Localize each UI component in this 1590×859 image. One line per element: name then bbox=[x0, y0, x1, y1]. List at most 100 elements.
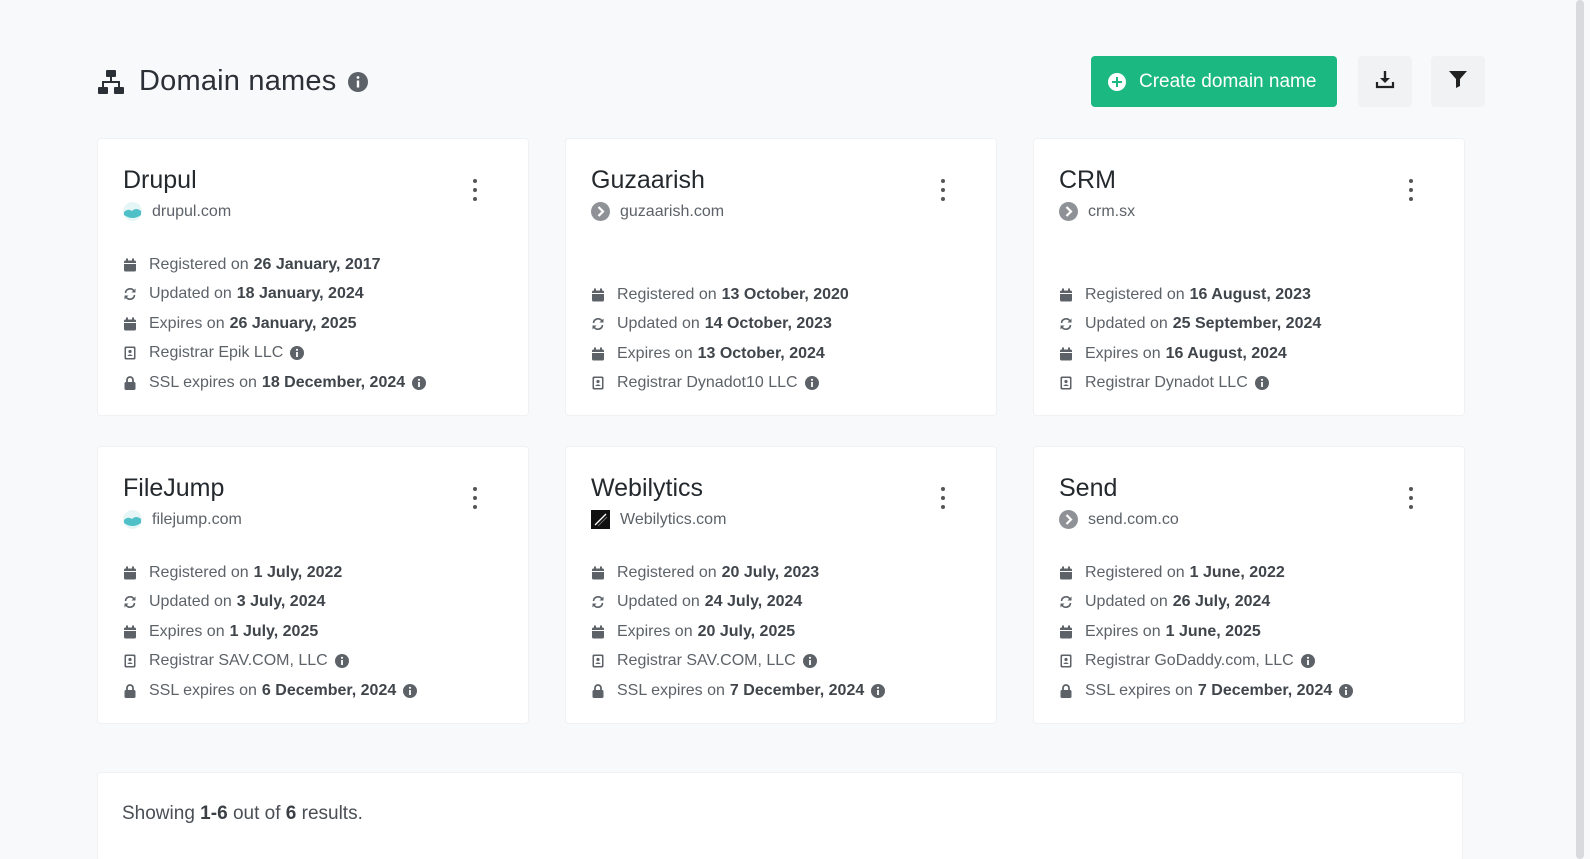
calendar-icon bbox=[1059, 288, 1073, 302]
page-title: Domain names bbox=[139, 65, 337, 97]
detail-row: Expires on 16 August, 2024 bbox=[1059, 339, 1321, 369]
domain-card[interactable]: Webilytics Webilytics.com Registered on 20 … bbox=[565, 446, 997, 724]
domain-card-name[interactable]: Guzaarish bbox=[591, 166, 705, 195]
domain-card-name[interactable]: Webilytics bbox=[591, 474, 703, 503]
domain-card-url[interactable]: guzaarish.com bbox=[591, 202, 724, 221]
calendar-icon bbox=[1059, 347, 1073, 361]
results-range-end: 6 bbox=[217, 803, 228, 824]
domain-card[interactable]: Guzaarish guzaarish.com Registered on 13 Oc… bbox=[565, 138, 997, 416]
info-icon[interactable] bbox=[1300, 654, 1315, 669]
detail-label: SSL expires on bbox=[617, 681, 725, 699]
calendar-icon bbox=[1059, 625, 1073, 639]
detail-value: 18 January, 2024 bbox=[236, 285, 364, 303]
detail-row: Updated on 24 July, 2024 bbox=[591, 588, 885, 618]
domain-card[interactable]: FileJump filejump.com Registered on 1 July,… bbox=[97, 446, 529, 724]
refresh-icon bbox=[1059, 317, 1073, 331]
info-icon[interactable] bbox=[1254, 376, 1269, 391]
detail-label: Registered on bbox=[617, 285, 717, 303]
address-book-icon bbox=[591, 376, 605, 390]
sitemap-icon bbox=[97, 68, 125, 96]
domain-url-text: drupul.com bbox=[152, 202, 232, 220]
more-options-icon[interactable] bbox=[938, 179, 948, 201]
detail-label: Registrar Dynadot10 LLC bbox=[617, 374, 798, 392]
create-domain-label: Create domain name bbox=[1139, 70, 1317, 92]
detail-label: Registrar SAV.COM, LLC bbox=[617, 652, 796, 670]
detail-row: Expires on 1 July, 2025 bbox=[123, 617, 417, 647]
detail-row: Registrar Dynadot LLC bbox=[1059, 369, 1321, 399]
detail-label: Updated on bbox=[149, 593, 232, 611]
info-icon[interactable] bbox=[290, 346, 305, 361]
info-icon[interactable] bbox=[871, 683, 886, 698]
lock-icon bbox=[1059, 683, 1073, 698]
cloud-favicon bbox=[123, 510, 142, 529]
domain-card-name[interactable]: Drupul bbox=[123, 166, 197, 195]
detail-label: Registered on bbox=[617, 563, 717, 581]
domain-details: Registered on 20 July, 2023 Updated on 24 J… bbox=[591, 558, 886, 706]
info-icon[interactable] bbox=[804, 376, 819, 391]
domain-card-url[interactable]: crm.sx bbox=[1059, 202, 1135, 221]
more-options-icon[interactable] bbox=[470, 487, 480, 509]
domain-card-url[interactable]: filejump.com bbox=[123, 510, 242, 529]
refresh-icon bbox=[591, 595, 605, 609]
refresh-icon bbox=[123, 595, 137, 609]
scrollbar-thumb[interactable] bbox=[1576, 0, 1584, 859]
chevron-circle-favicon bbox=[591, 202, 610, 221]
detail-label: Registrar SAV.COM, LLC bbox=[149, 652, 328, 670]
detail-row: Registered on 20 July, 2023 bbox=[591, 558, 885, 588]
detail-row: Updated on 18 January, 2024 bbox=[123, 280, 426, 310]
detail-label: Registered on bbox=[149, 255, 249, 273]
results-range-start: 1 bbox=[200, 803, 211, 824]
filter-icon bbox=[1448, 69, 1468, 94]
detail-label: SSL expires on bbox=[149, 373, 257, 391]
domain-card-url[interactable]: send.com.co bbox=[1059, 510, 1179, 529]
scrollbar[interactable] bbox=[1568, 0, 1590, 859]
domain-card-name[interactable]: CRM bbox=[1059, 166, 1116, 195]
domain-card[interactable]: Drupul drupul.com Registered on 26 January,… bbox=[97, 138, 529, 416]
cloud-favicon bbox=[123, 202, 142, 221]
title-wrap: Domain names bbox=[97, 65, 369, 98]
domain-card[interactable]: CRM crm.sx Registered on 16 August, 2023 Upd… bbox=[1033, 138, 1465, 416]
more-options-icon[interactable] bbox=[1406, 179, 1416, 201]
more-options-icon[interactable] bbox=[1406, 487, 1416, 509]
domain-url-text: filejump.com bbox=[152, 510, 242, 528]
info-icon[interactable] bbox=[403, 683, 418, 698]
download-button[interactable] bbox=[1358, 56, 1412, 107]
domain-card[interactable]: Send send.com.co Registered on 1 June, 2022… bbox=[1033, 446, 1465, 724]
detail-label: Updated on bbox=[617, 593, 700, 611]
detail-value: 1 June, 2025 bbox=[1165, 622, 1261, 640]
info-icon[interactable] bbox=[1339, 683, 1354, 698]
domain-card-url[interactable]: Webilytics.com bbox=[591, 510, 726, 529]
detail-label: Expires on bbox=[1085, 344, 1161, 362]
domain-details: Registered on 1 June, 2022 Updated on 26 Ju… bbox=[1059, 558, 1354, 706]
detail-label: Registered on bbox=[1085, 285, 1185, 303]
domain-card-url[interactable]: drupul.com bbox=[123, 202, 231, 221]
domain-card-name[interactable]: FileJump bbox=[123, 474, 224, 503]
calendar-icon bbox=[123, 317, 137, 331]
detail-label: SSL expires on bbox=[149, 681, 257, 699]
info-icon[interactable] bbox=[334, 654, 349, 669]
detail-row: Updated on 26 July, 2024 bbox=[1059, 588, 1353, 618]
detail-label: Registered on bbox=[149, 563, 249, 581]
detail-label: SSL expires on bbox=[1085, 681, 1193, 699]
address-book-icon bbox=[123, 654, 137, 668]
detail-row: Expires on 26 January, 2025 bbox=[123, 309, 426, 339]
more-options-icon[interactable] bbox=[938, 487, 948, 509]
refresh-icon bbox=[1059, 595, 1073, 609]
detail-row: SSL expires on 18 December, 2024 bbox=[123, 368, 427, 398]
refresh-icon bbox=[123, 287, 137, 301]
detail-label: Expires on bbox=[1085, 622, 1161, 640]
create-domain-button[interactable]: Create domain name bbox=[1091, 56, 1337, 107]
info-icon[interactable] bbox=[802, 654, 817, 669]
detail-label: Expires on bbox=[149, 314, 225, 332]
filter-button[interactable] bbox=[1431, 56, 1485, 107]
detail-label: Expires on bbox=[149, 622, 225, 640]
info-icon[interactable] bbox=[412, 375, 427, 390]
detail-label: Registered on bbox=[1085, 563, 1185, 581]
info-icon[interactable] bbox=[348, 71, 369, 92]
plus-circle-icon bbox=[1107, 72, 1127, 92]
more-options-icon[interactable] bbox=[470, 179, 480, 201]
domain-card-name[interactable]: Send bbox=[1059, 474, 1117, 503]
calendar-icon bbox=[591, 288, 605, 302]
detail-value: 6 December, 2024 bbox=[261, 681, 397, 699]
detail-label: Registrar GoDaddy.com, LLC bbox=[1085, 652, 1294, 670]
